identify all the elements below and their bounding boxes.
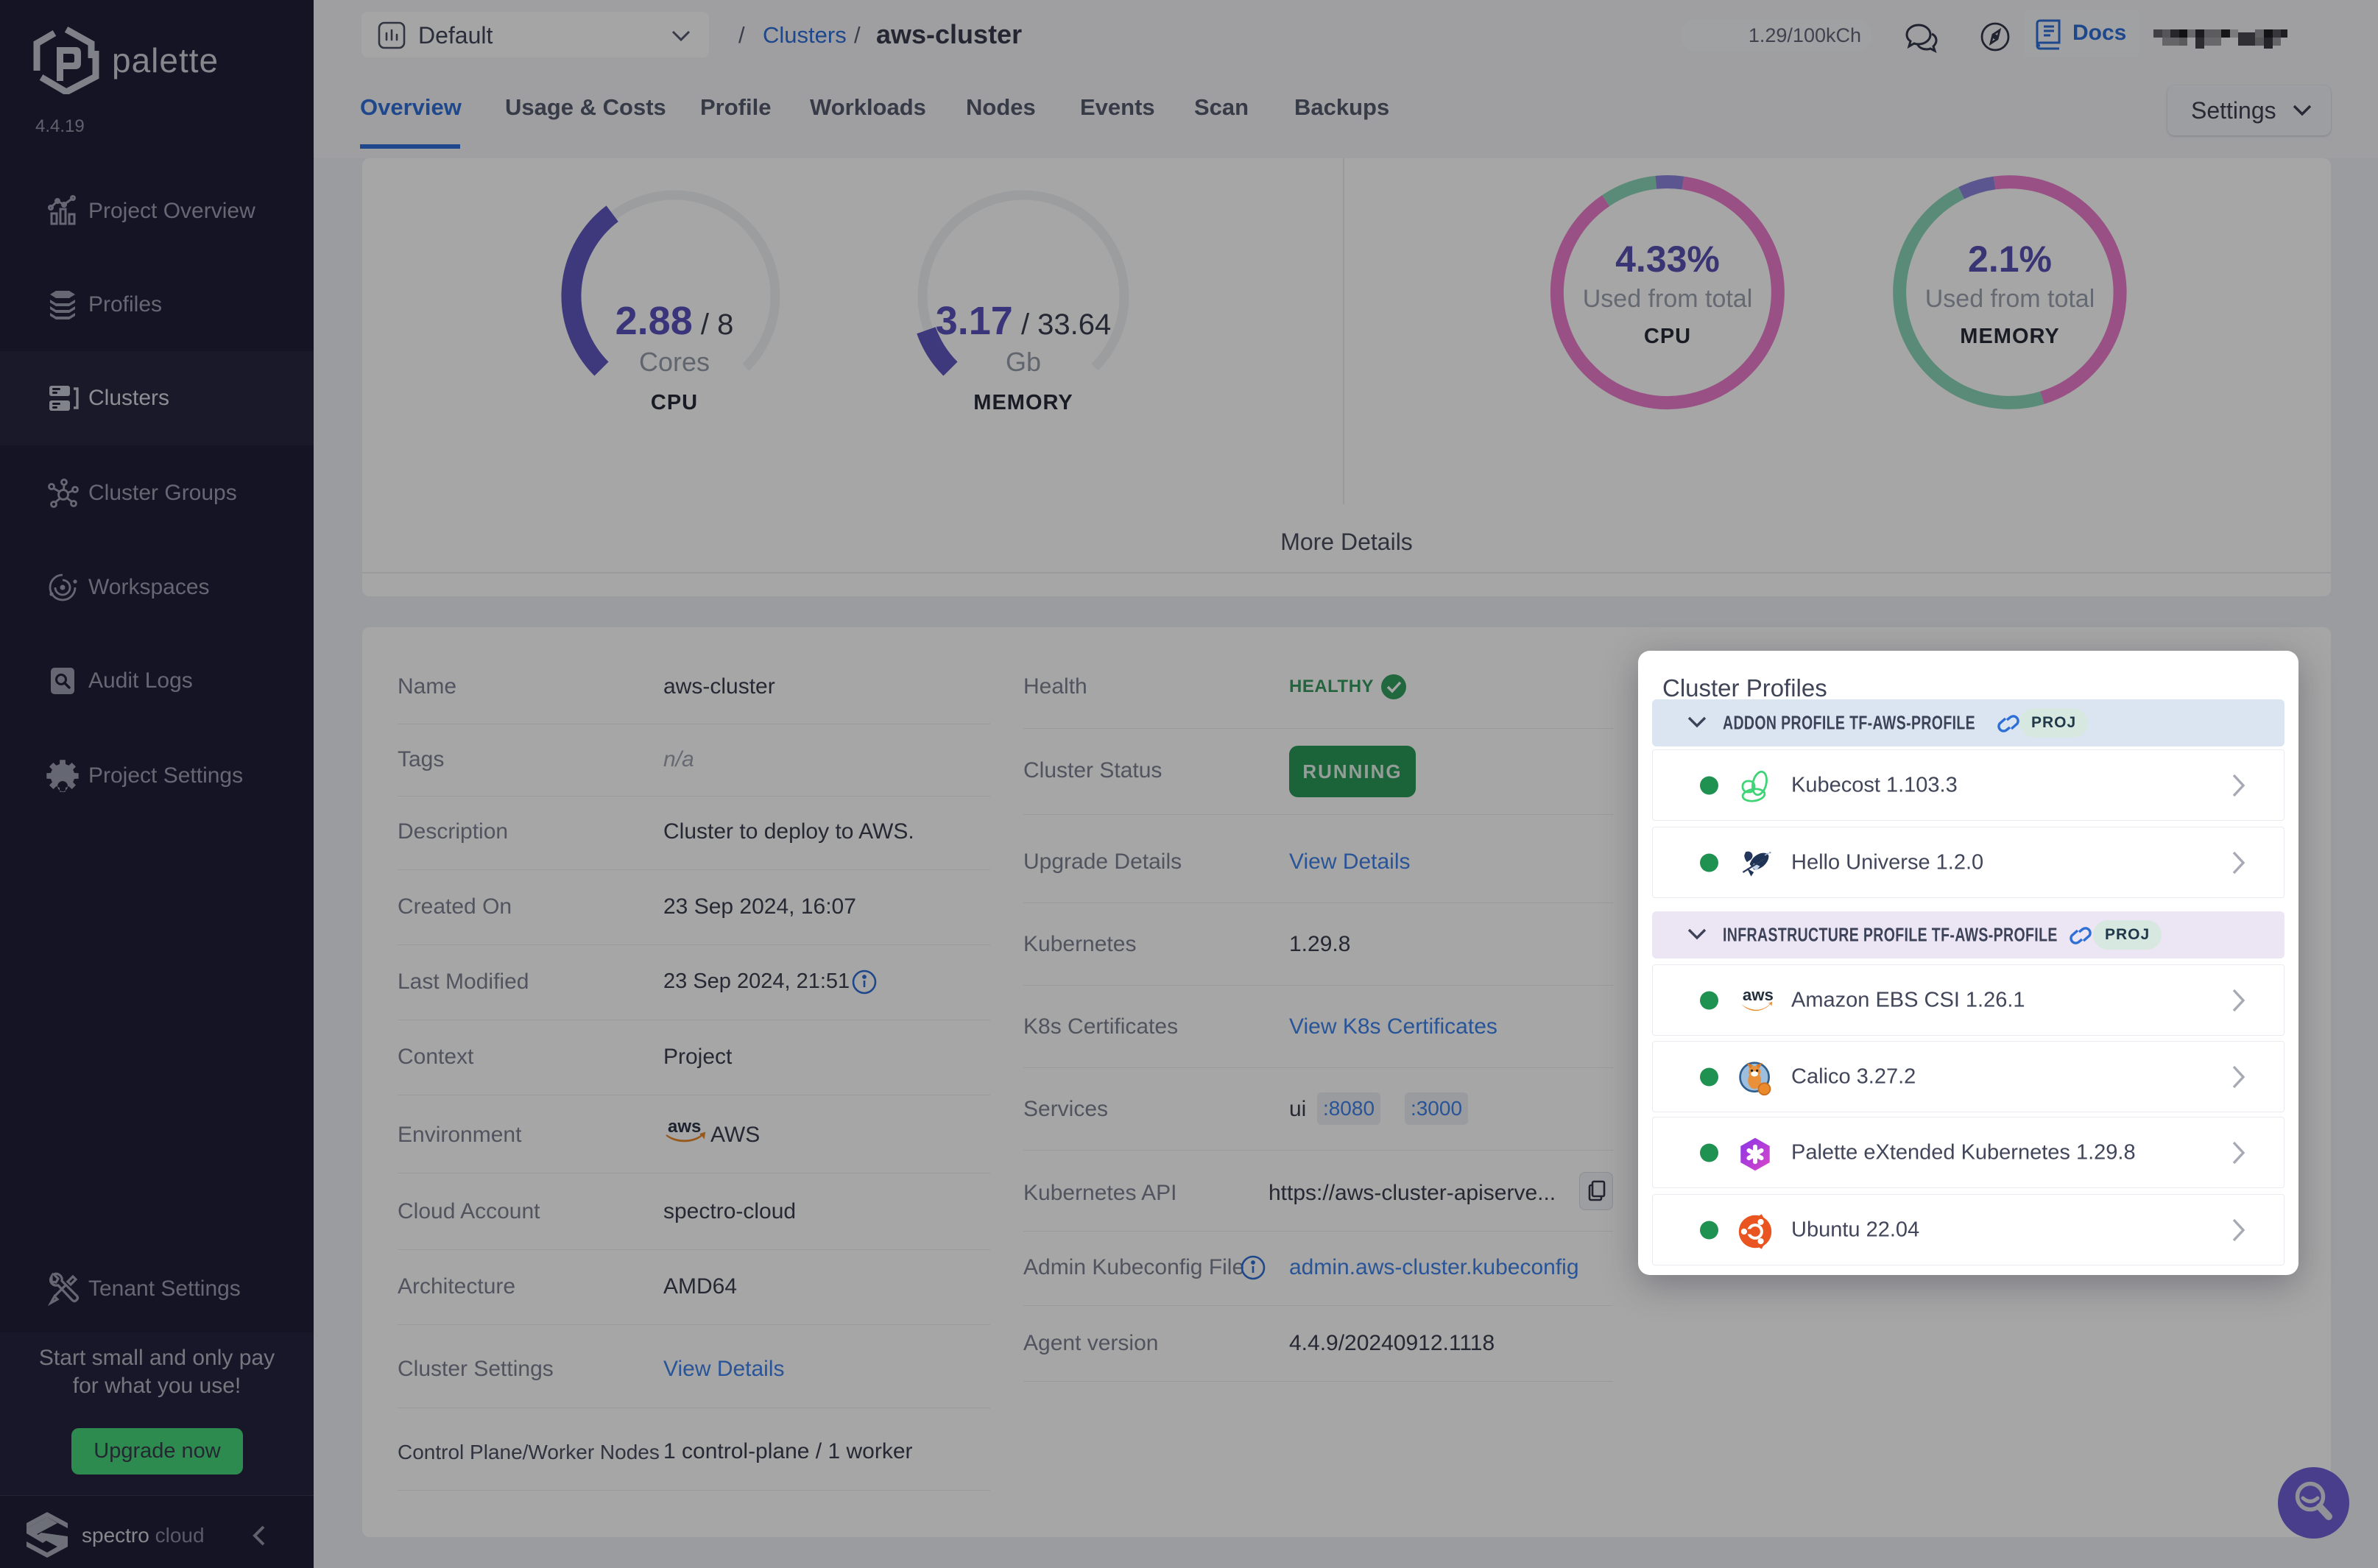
svg-text:aws: aws (1743, 986, 1773, 1004)
